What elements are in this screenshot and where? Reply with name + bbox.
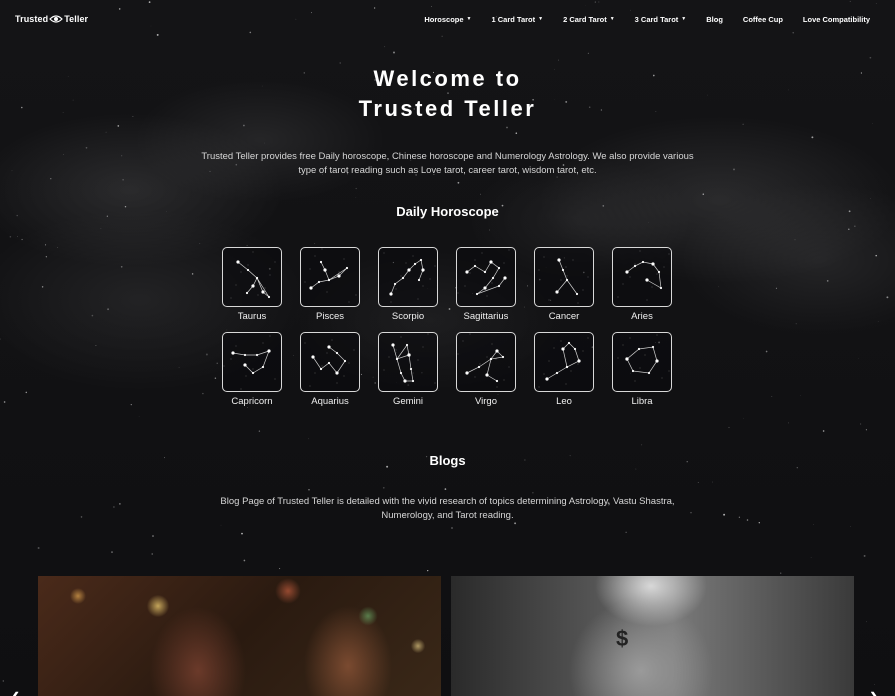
carousel-next-arrow-icon[interactable]: ›: [870, 682, 877, 696]
zodiac-label: Leo: [556, 396, 572, 407]
zodiac-aries[interactable]: Aries: [612, 247, 672, 322]
zodiac-label: Libra: [631, 396, 653, 407]
nav-item-label: 1 Card Tarot: [491, 14, 536, 24]
constellation-sagittarius-icon: [456, 247, 516, 307]
constellation-taurus-icon: [222, 247, 282, 307]
zodiac-label: Pisces: [316, 311, 344, 322]
zodiac-sagittarius[interactable]: Sagittarius: [456, 247, 516, 322]
constellation-aries-icon: [612, 247, 672, 307]
blog-card-couple-image[interactable]: [38, 576, 441, 696]
zodiac-label: Capricorn: [231, 396, 273, 407]
zodiac-taurus[interactable]: Taurus: [222, 247, 282, 322]
blogs-description: Blog Page of Trusted Teller is detailed …: [220, 496, 675, 521]
constellation-gemini-icon: [378, 332, 438, 392]
constellation-cancer-icon: [534, 247, 594, 307]
main-menu: Horoscope ▼ 1 Card Tarot ▼ 2 Card Tarot ▼ 3 Ca…: [414, 15, 880, 24]
zodiac-scorpio[interactable]: Scorpio: [378, 247, 438, 322]
zodiac-label: Sagittarius: [463, 311, 509, 322]
hero-description: Trusted Teller provides free Daily horos…: [201, 151, 694, 176]
zodiac-aquarius[interactable]: Aquarius: [300, 332, 360, 407]
nav-item-label: 3 Card Tarot: [634, 14, 679, 24]
zodiac-capricorn[interactable]: Capricorn: [222, 332, 282, 407]
top-navbar: Trusted Teller Horoscope ▼ 1 Card Tarot ▼ 2 …: [0, 0, 895, 38]
daily-horoscope-title: Daily Horoscope: [396, 204, 499, 219]
nav-item-label: Blog: [706, 14, 723, 24]
nav-item-label: 2 Card Tarot: [563, 14, 607, 24]
logo-text-right: Teller: [64, 14, 89, 24]
hero-title: Welcome to Trusted Teller: [0, 64, 895, 124]
nav-item-2-card-tarot[interactable]: 2 Card Tarot ▼: [553, 15, 625, 24]
nav-item-blog[interactable]: Blog: [696, 15, 733, 24]
zodiac-cancer[interactable]: Cancer: [534, 247, 594, 322]
constellation-virgo-icon: [456, 332, 516, 392]
blogs-title: Blogs: [429, 453, 466, 468]
caret-down-icon: ▼: [538, 16, 544, 22]
hero-title-line1: Welcome to: [373, 66, 522, 91]
logo-text-left: Trusted: [15, 14, 49, 24]
zodiac-label: Gemini: [392, 396, 424, 407]
nav-item-label: Love Compatibility: [802, 14, 870, 24]
zodiac-label: Aries: [631, 311, 653, 322]
zodiac-virgo[interactable]: Virgo: [456, 332, 516, 407]
zodiac-label: Scorpio: [391, 311, 425, 322]
zodiac-label: Cancer: [548, 311, 580, 322]
constellation-pisces-icon: [300, 247, 360, 307]
nav-item-1-card-tarot[interactable]: 1 Card Tarot ▼: [482, 15, 554, 24]
zodiac-label: Taurus: [237, 311, 267, 322]
nav-item-label: Coffee Cup: [742, 14, 783, 24]
nav-item-3-card-tarot[interactable]: 3 Card Tarot ▼: [625, 15, 697, 24]
dollar-sign-mark: $: [616, 626, 629, 651]
zodiac-grid: Taurus Pisces Scorpio Sagittarius Cancer Arie…: [222, 247, 674, 407]
nav-item-love-compatibility[interactable]: Love Compatibility: [793, 15, 880, 24]
constellation-scorpio-icon: [378, 247, 438, 307]
constellation-aquarius-icon: [300, 332, 360, 392]
caret-down-icon: ▼: [466, 16, 472, 22]
nav-item-horoscope[interactable]: Horoscope ▼: [414, 15, 481, 24]
logo-eye-icon: [49, 15, 64, 23]
nav-item-label: Horoscope: [424, 14, 464, 24]
caret-down-icon: ▼: [681, 16, 687, 22]
blog-card-portrait-image[interactable]: $: [451, 576, 854, 696]
constellation-libra-icon: [612, 332, 672, 392]
hero-title-line2: Trusted Teller: [358, 96, 537, 121]
site-logo[interactable]: Trusted Teller: [15, 14, 88, 24]
zodiac-libra[interactable]: Libra: [612, 332, 672, 407]
nav-item-coffee-cup[interactable]: Coffee Cup: [733, 15, 793, 24]
zodiac-gemini[interactable]: Gemini: [378, 332, 438, 407]
caret-down-icon: ▼: [609, 16, 615, 22]
constellation-capricorn-icon: [222, 332, 282, 392]
carousel-prev-arrow-icon[interactable]: ‹: [12, 682, 19, 696]
zodiac-label: Aquarius: [311, 396, 349, 407]
zodiac-leo[interactable]: Leo: [534, 332, 594, 407]
zodiac-pisces[interactable]: Pisces: [300, 247, 360, 322]
constellation-leo-icon: [534, 332, 594, 392]
zodiac-label: Virgo: [474, 396, 497, 407]
